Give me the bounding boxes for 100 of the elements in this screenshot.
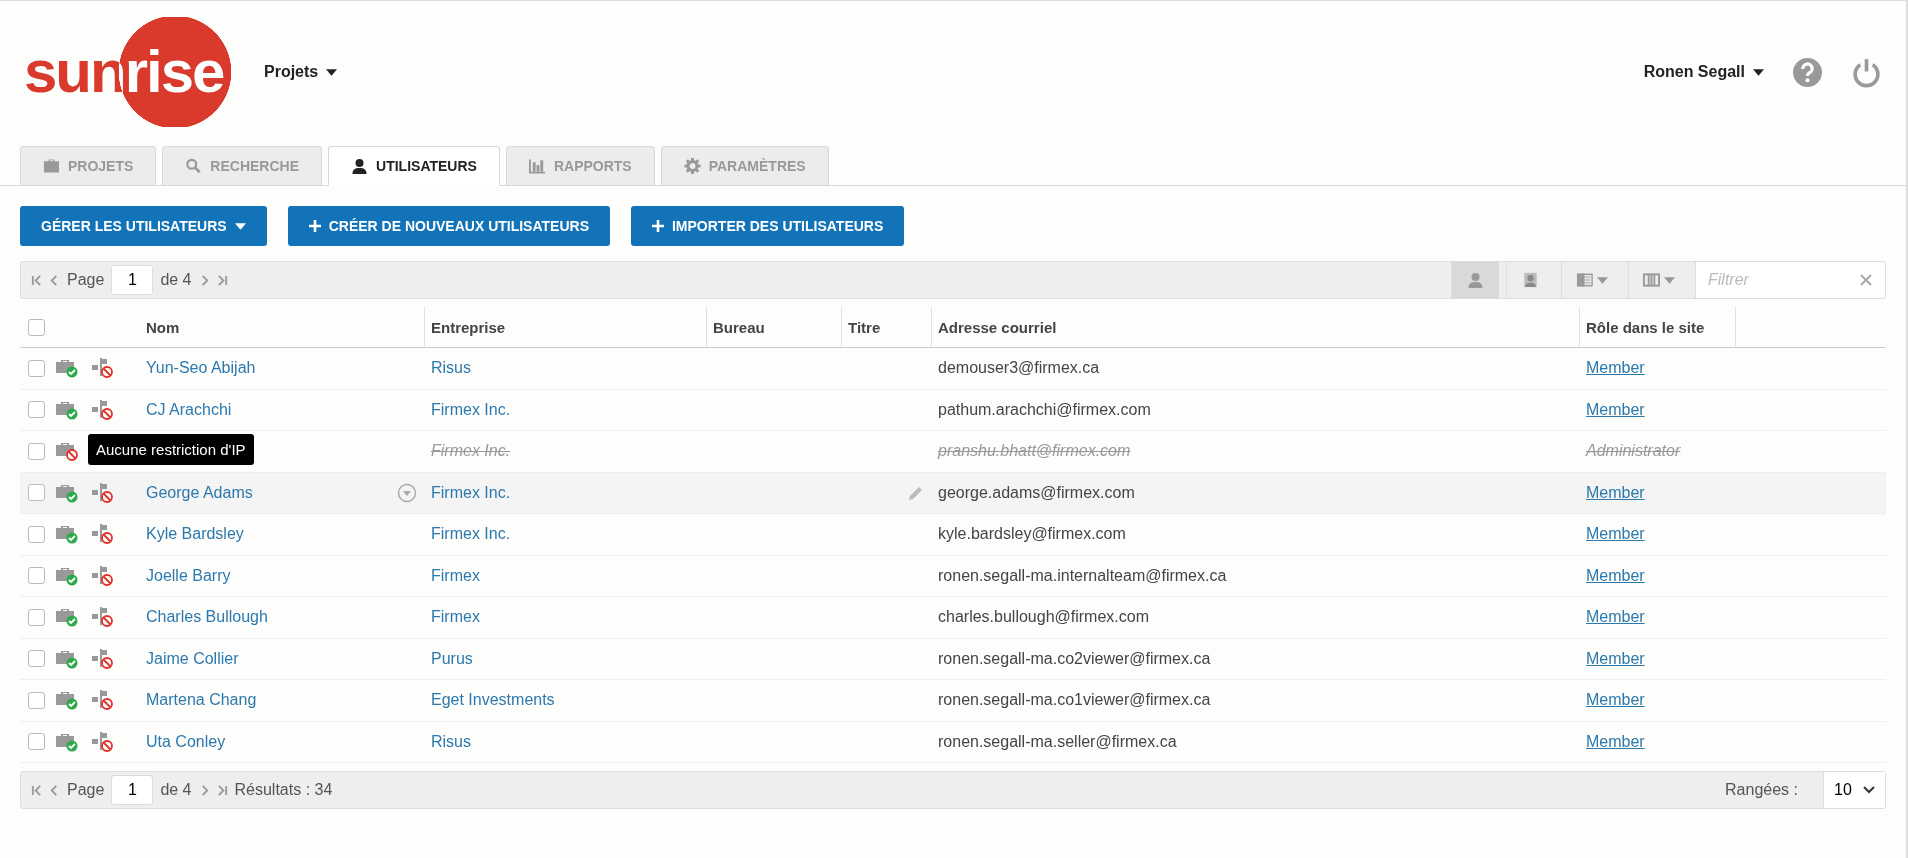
email-text: ronen.segall-ma.co1viewer@firmex.ca xyxy=(937,691,1211,710)
row-checkbox[interactable] xyxy=(28,401,45,419)
user-name-link[interactable]: Joelle Barry xyxy=(140,566,231,585)
table-row[interactable]: Yun-Seo Abijah Risus demouser3@firmex.ca Member xyxy=(20,348,1886,390)
table-row[interactable]: Charles Bullough Firmex charles.bullough@firmex.com Member xyxy=(20,597,1886,639)
first-page-icon[interactable] xyxy=(31,273,42,287)
table-row[interactable]: Joelle Barry Firmex ronen.segall-ma.internalteam@firmex.ca Member xyxy=(20,555,1886,597)
column-header[interactable]: Nom xyxy=(140,318,180,336)
first-page-icon[interactable] xyxy=(31,783,42,797)
caret-icon xyxy=(1753,68,1764,76)
projects-menu[interactable]: Projets xyxy=(264,63,338,81)
company-link[interactable]: Firmex Inc. xyxy=(425,525,511,544)
nav-tab[interactable]: RECHERCHE xyxy=(162,146,323,186)
company-link[interactable]: Firmex xyxy=(425,608,480,627)
email-text: kyle.bardsley@firmex.com xyxy=(937,525,1126,544)
clear-button[interactable] xyxy=(1847,262,1885,298)
company-link[interactable]: Eget Investments xyxy=(425,691,555,710)
last-page-icon[interactable] xyxy=(216,783,228,797)
row-checkbox[interactable] xyxy=(28,608,45,626)
ip-restriction-icon[interactable] xyxy=(92,524,114,545)
last-page-icon[interactable] xyxy=(216,273,228,287)
table-row[interactable]: Martena Chang Eget Investments ronen.segall-ma.co1viewer@firmex.ca Member xyxy=(20,680,1886,722)
ip-restriction-icon[interactable] xyxy=(92,648,114,669)
caret-icon xyxy=(326,68,338,76)
user-name-link[interactable]: Martena Chang xyxy=(140,691,257,710)
column-header[interactable]: Adresse courriel xyxy=(932,318,1057,336)
nav-tab[interactable]: RAPPORTS xyxy=(505,146,655,186)
column-header[interactable]: Titre xyxy=(842,318,881,336)
role-link[interactable]: Member xyxy=(1580,525,1645,544)
ip-restriction-icon[interactable] xyxy=(92,399,114,420)
row-checkbox[interactable] xyxy=(28,484,45,502)
role-link[interactable]: Member xyxy=(1580,566,1645,585)
rows-per-page-select[interactable]: 10 xyxy=(1823,772,1885,808)
action-button[interactable]: IMPORTER DES UTILISATEURS xyxy=(631,206,905,246)
page-count: de 4 xyxy=(160,781,192,799)
person-icon xyxy=(1467,272,1484,288)
page-label: Page xyxy=(67,781,105,799)
action-button[interactable]: GÉRER LES UTILISATEURS xyxy=(20,206,267,246)
role-link[interactable]: Member xyxy=(1580,483,1645,502)
nav-tab[interactable]: UTILISATEURS xyxy=(328,146,500,186)
help-icon[interactable] xyxy=(1792,56,1823,88)
table-row[interactable]: Kyle Bardsley Firmex Inc. kyle.bardsley@firmex.com Member xyxy=(20,514,1886,556)
column-header[interactable]: Rôle dans le site xyxy=(1580,318,1705,336)
row-checkbox[interactable] xyxy=(28,650,45,668)
dropdown-circle-icon[interactable] xyxy=(397,482,417,503)
table-row[interactable]: Uta Conley Risus ronen.segall-ma.seller@firmex.ca Member xyxy=(20,721,1886,763)
company-link[interactable]: Firmex xyxy=(425,566,480,585)
ip-restriction-icon[interactable] xyxy=(92,690,114,711)
user-name-link[interactable]: George Adams xyxy=(140,483,253,502)
ip-restriction-icon[interactable] xyxy=(92,607,114,628)
user-name-link[interactable]: Uta Conley xyxy=(140,732,226,751)
row-checkbox[interactable] xyxy=(28,691,45,709)
row-checkbox[interactable] xyxy=(28,733,45,751)
column-header[interactable]: Bureau xyxy=(707,318,765,336)
role-link[interactable]: Member xyxy=(1580,691,1645,710)
user-name-link[interactable]: Jaime Collier xyxy=(140,649,239,668)
ip-restriction-icon[interactable] xyxy=(92,358,114,379)
pencil-icon[interactable] xyxy=(908,484,924,501)
spreadsheet-icon xyxy=(1575,272,1593,288)
contact-card-icon xyxy=(1522,272,1539,288)
filter-field[interactable]: Filtrer xyxy=(1695,262,1847,298)
ip-restriction-icon[interactable] xyxy=(92,565,114,586)
power-icon[interactable] xyxy=(1851,56,1882,88)
results-count: Résultats : 34 xyxy=(234,781,333,799)
page-number-field[interactable]: 1 xyxy=(111,775,154,805)
nav-tab[interactable]: PARAMÈTRES xyxy=(660,146,829,186)
user-menu[interactable]: Ronen Segall xyxy=(1643,63,1764,81)
row-checkbox[interactable] xyxy=(28,525,45,543)
chevron-down-icon xyxy=(1863,786,1875,794)
select-all-checkbox[interactable] xyxy=(28,318,45,336)
user-name-link[interactable]: Yun-Seo Abijah xyxy=(140,359,256,378)
role-link[interactable]: Member xyxy=(1580,649,1645,668)
role-link[interactable]: Member xyxy=(1580,359,1645,378)
user-name-link[interactable]: Charles Bullough xyxy=(140,608,268,627)
table-row[interactable]: Jaime Collier Purus ronen.segall-ma.co2viewer@firmex.ca Member xyxy=(20,638,1886,680)
previous-page-icon[interactable] xyxy=(49,783,60,797)
role-link[interactable]: Member xyxy=(1580,608,1645,627)
view-toggle[interactable] xyxy=(1451,262,1499,298)
role-link[interactable]: Member xyxy=(1580,732,1645,751)
company-link[interactable]: Risus xyxy=(425,732,471,751)
company-link[interactable]: Firmex Inc. xyxy=(425,483,511,502)
page-number-field[interactable]: 1 xyxy=(111,265,154,295)
nav-tab[interactable]: PROJETS xyxy=(20,146,157,186)
column-header[interactable]: Entreprise xyxy=(425,318,506,336)
email-text: george.adams@firmex.com xyxy=(937,483,1135,502)
row-checkbox[interactable] xyxy=(28,359,45,377)
action-button[interactable]: CRÉER DE NOUVEAUX UTILISATEURS xyxy=(287,206,610,246)
ip-restriction-icon[interactable] xyxy=(92,731,114,752)
table-row[interactable]: CJ Arachchi Firmex Inc. pathum.arachchi@firmex.com Member xyxy=(20,389,1886,431)
company-link[interactable]: Firmex Inc. xyxy=(425,400,511,419)
page-label: Page xyxy=(67,271,105,289)
row-checkbox[interactable] xyxy=(28,567,45,585)
company-link[interactable]: Risus xyxy=(425,359,471,378)
ip-restriction-icon[interactable] xyxy=(92,482,114,503)
user-name-link[interactable]: Kyle Bardsley xyxy=(140,525,244,544)
previous-page-icon[interactable] xyxy=(49,273,60,287)
role-link[interactable]: Member xyxy=(1580,400,1645,419)
close-icon xyxy=(1860,274,1872,286)
user-name-link[interactable]: CJ Arachchi xyxy=(140,400,232,419)
company-link[interactable]: Purus xyxy=(425,649,473,668)
